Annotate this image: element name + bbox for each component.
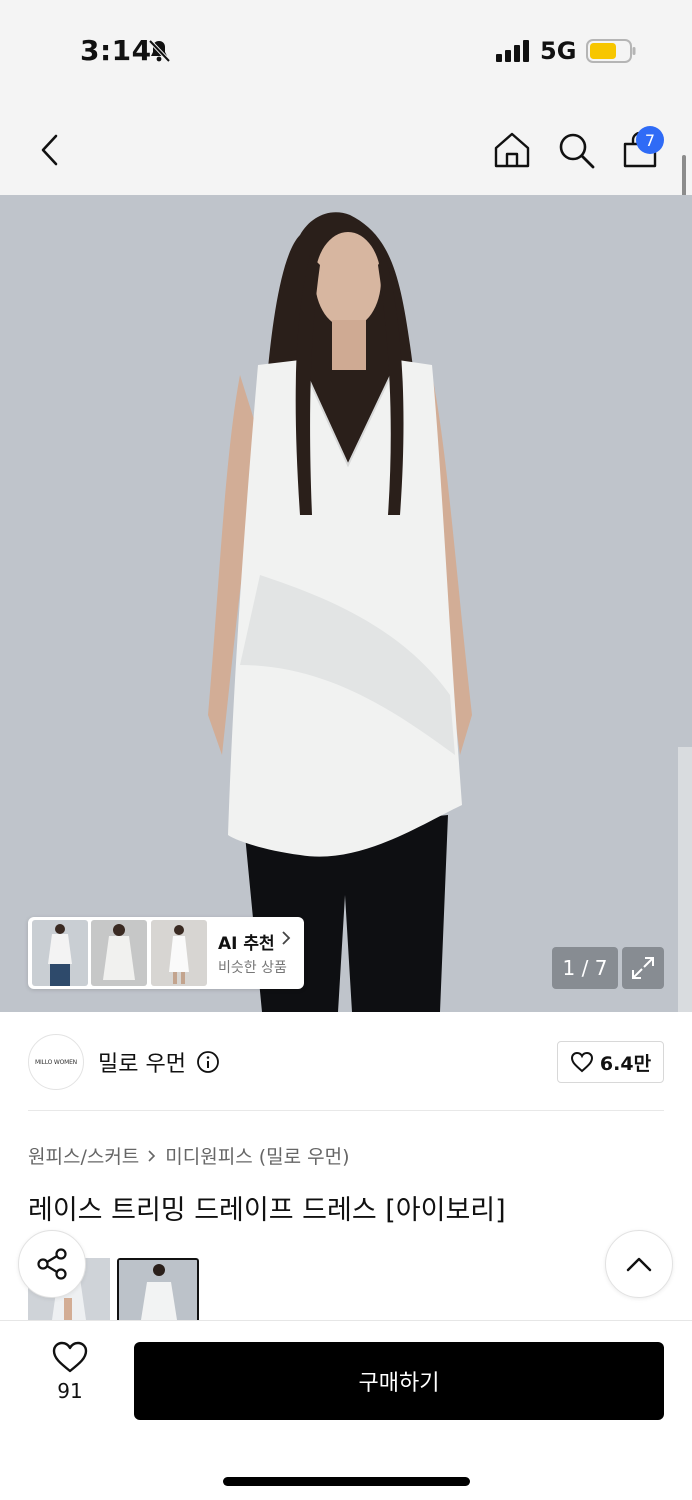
heart-icon bbox=[570, 1051, 593, 1073]
product-title: 레이스 트리밍 드레이프 드레스 [아이보리] bbox=[28, 1195, 506, 1226]
breadcrumb-category[interactable]: 원피스/스커트 bbox=[28, 1142, 139, 1169]
home-button[interactable] bbox=[490, 128, 534, 172]
wishlist-button[interactable]: 91 bbox=[40, 1341, 100, 1411]
brand-logo-text: MILLO WOMEN bbox=[35, 1058, 77, 1066]
share-icon bbox=[37, 1248, 67, 1280]
expand-icon bbox=[632, 957, 654, 979]
share-button[interactable] bbox=[18, 1230, 86, 1298]
brand-name[interactable]: 밀로 우먼 bbox=[98, 1046, 186, 1078]
ai-recommend-card[interactable]: AI 추천 비슷한 상품 bbox=[28, 917, 304, 989]
info-icon[interactable] bbox=[196, 1050, 220, 1074]
bottom-action-bar: 91 구매하기 bbox=[0, 1320, 692, 1500]
brand-like-count: 6.4만 bbox=[599, 1052, 652, 1075]
chevron-up-icon bbox=[626, 1257, 652, 1272]
buy-button[interactable]: 구매하기 bbox=[134, 1342, 664, 1420]
chevron-right-icon bbox=[148, 1149, 156, 1162]
ai-recommend-thumbnail bbox=[151, 920, 207, 986]
signal-icon bbox=[496, 40, 529, 62]
bell-slash-icon bbox=[148, 39, 171, 63]
expand-image-button[interactable] bbox=[622, 947, 664, 989]
image-page-counter: 1 / 7 bbox=[552, 947, 618, 989]
nav-header bbox=[0, 100, 692, 195]
breadcrumb-subcategory[interactable]: 미디원피스 (밀로 우먼) bbox=[165, 1142, 349, 1169]
brand-logo[interactable]: MILLO WOMEN bbox=[28, 1034, 84, 1090]
ai-recommend-thumbnail bbox=[91, 920, 147, 986]
wishlist-count: 91 bbox=[57, 1379, 83, 1403]
color-option-thumbnail-selected[interactable] bbox=[117, 1258, 199, 1320]
status-bar: 3:14 5G bbox=[0, 0, 692, 100]
product-image-gallery[interactable] bbox=[0, 195, 692, 1012]
back-icon bbox=[41, 134, 58, 166]
search-icon bbox=[559, 133, 595, 169]
chevron-right-icon bbox=[282, 931, 291, 945]
scroll-to-top-button[interactable] bbox=[605, 1230, 673, 1298]
divider bbox=[28, 1110, 664, 1111]
status-time: 3:14 bbox=[80, 34, 152, 67]
battery-icon bbox=[586, 39, 636, 63]
heart-icon bbox=[52, 1341, 88, 1373]
breadcrumb: 원피스/스커트 미디원피스 (밀로 우먼) bbox=[28, 1142, 350, 1169]
cart-count-badge: 7 bbox=[636, 126, 664, 154]
ai-recommend-subtitle: 비슷한 상품 bbox=[218, 960, 287, 976]
search-button[interactable] bbox=[554, 128, 598, 172]
network-type: 5G bbox=[540, 37, 577, 65]
home-icon bbox=[494, 132, 530, 168]
brand-like-button[interactable]: 6.4만 bbox=[557, 1041, 664, 1083]
ai-recommend-title: AI 추천 bbox=[218, 934, 275, 954]
home-indicator bbox=[223, 1477, 470, 1486]
ai-recommend-thumbnail bbox=[32, 920, 88, 986]
back-button[interactable] bbox=[28, 128, 72, 172]
product-photo bbox=[0, 195, 692, 1012]
